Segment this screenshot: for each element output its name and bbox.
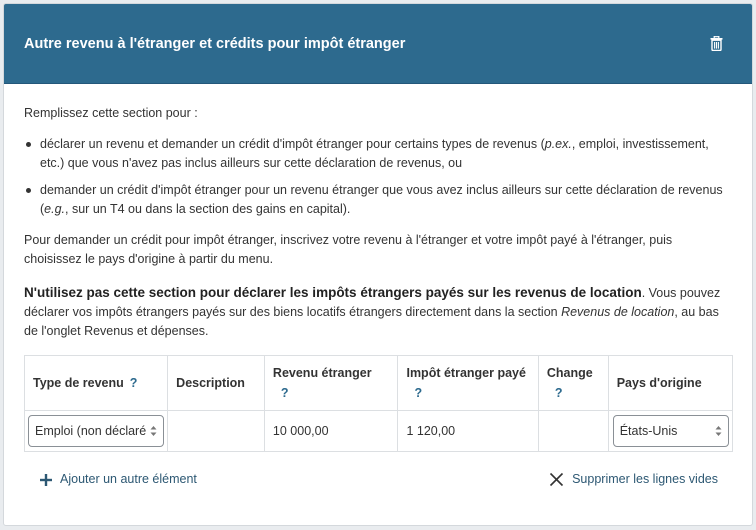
col-header-tax: Impôt étranger payé? [397,355,539,411]
col-header-type: Type de revenu? [23,355,169,411]
help-icon[interactable]: ? [281,385,390,401]
remove-empty-rows-button[interactable]: Supprimer les lignes vides [549,470,718,489]
income-type-select[interactable]: Emploi (non déclaré [28,415,165,447]
plus-icon [40,473,52,486]
delete-section-button[interactable] [704,32,728,56]
table-row: Emploi (non déclaré 10 000,00 1 120,00 É… [23,410,734,452]
foreign-tax-input[interactable]: 1 120,00 [397,410,539,452]
foreign-income-table: Type de revenu? Description Revenu étran… [23,355,734,452]
remove-empty-rows-label: Supprimer les lignes vides [572,472,718,486]
help-icon[interactable]: ? [414,385,529,401]
rental-warning-em: Revenus de location [561,305,675,319]
country-select[interactable]: États-Unis [612,415,729,447]
card-title: Autre revenu à l'étranger et crédits pou… [24,35,406,52]
table-header-row: Type de revenu? Description Revenu étran… [23,355,734,411]
help-icon[interactable]: ? [555,385,600,401]
income-type-value: Emploi (non déclaré [35,423,147,438]
foreign-income-input[interactable]: 10 000,00 [263,410,399,452]
col-header-description: Description [167,355,265,411]
foreign-income-card: Autre revenu à l'étranger et crédits pou… [3,3,753,526]
cell-country: États-Unis [607,410,734,452]
list-item: déclarer un revenu et demander un crédit… [24,135,732,173]
table-actions: Ajouter un autre élément Supprimer les l… [24,452,732,489]
card-header: Autre revenu à l'étranger et crédits pou… [4,4,752,84]
col-header-country: Pays d'origine [607,355,734,411]
description-input[interactable] [167,410,265,452]
add-item-button[interactable]: Ajouter un autre élément [40,470,197,489]
cell-type: Emploi (non déclaré [23,410,169,452]
help-icon[interactable]: ? [130,376,138,390]
instructions-list: déclarer un revenu et demander un crédit… [24,135,732,219]
add-item-label: Ajouter un autre élément [60,472,197,486]
bullet-2-text-end: , sur un T4 ou dans la section des gains… [65,202,351,216]
select-arrows-icon [150,425,157,437]
col-header-exchange: Change? [537,355,609,411]
select-arrows-icon [715,425,722,437]
section-body: Remplissez cette section pour : déclarer… [4,84,752,489]
close-icon [549,472,564,487]
bullet-1-text: déclarer un revenu et demander un crédit… [40,137,545,151]
list-item: demander un crédit d'impôt étranger pour… [24,181,732,219]
bullet-2-em: e.g. [44,202,66,216]
rental-warning: N'utilisez pas cette section pour déclar… [24,283,732,341]
rental-warning-bold: N'utilisez pas cette section pour déclar… [24,285,642,300]
exchange-input[interactable] [537,410,609,452]
bullet-1-em: p.ex. [544,137,572,151]
intro-text: Remplissez cette section pour : [24,106,198,120]
country-value: États-Unis [619,423,678,438]
col-header-income: Revenu étranger? [263,355,399,411]
trash-icon [710,36,722,51]
instruction-text: Pour demander un crédit pour impôt étran… [24,233,673,266]
